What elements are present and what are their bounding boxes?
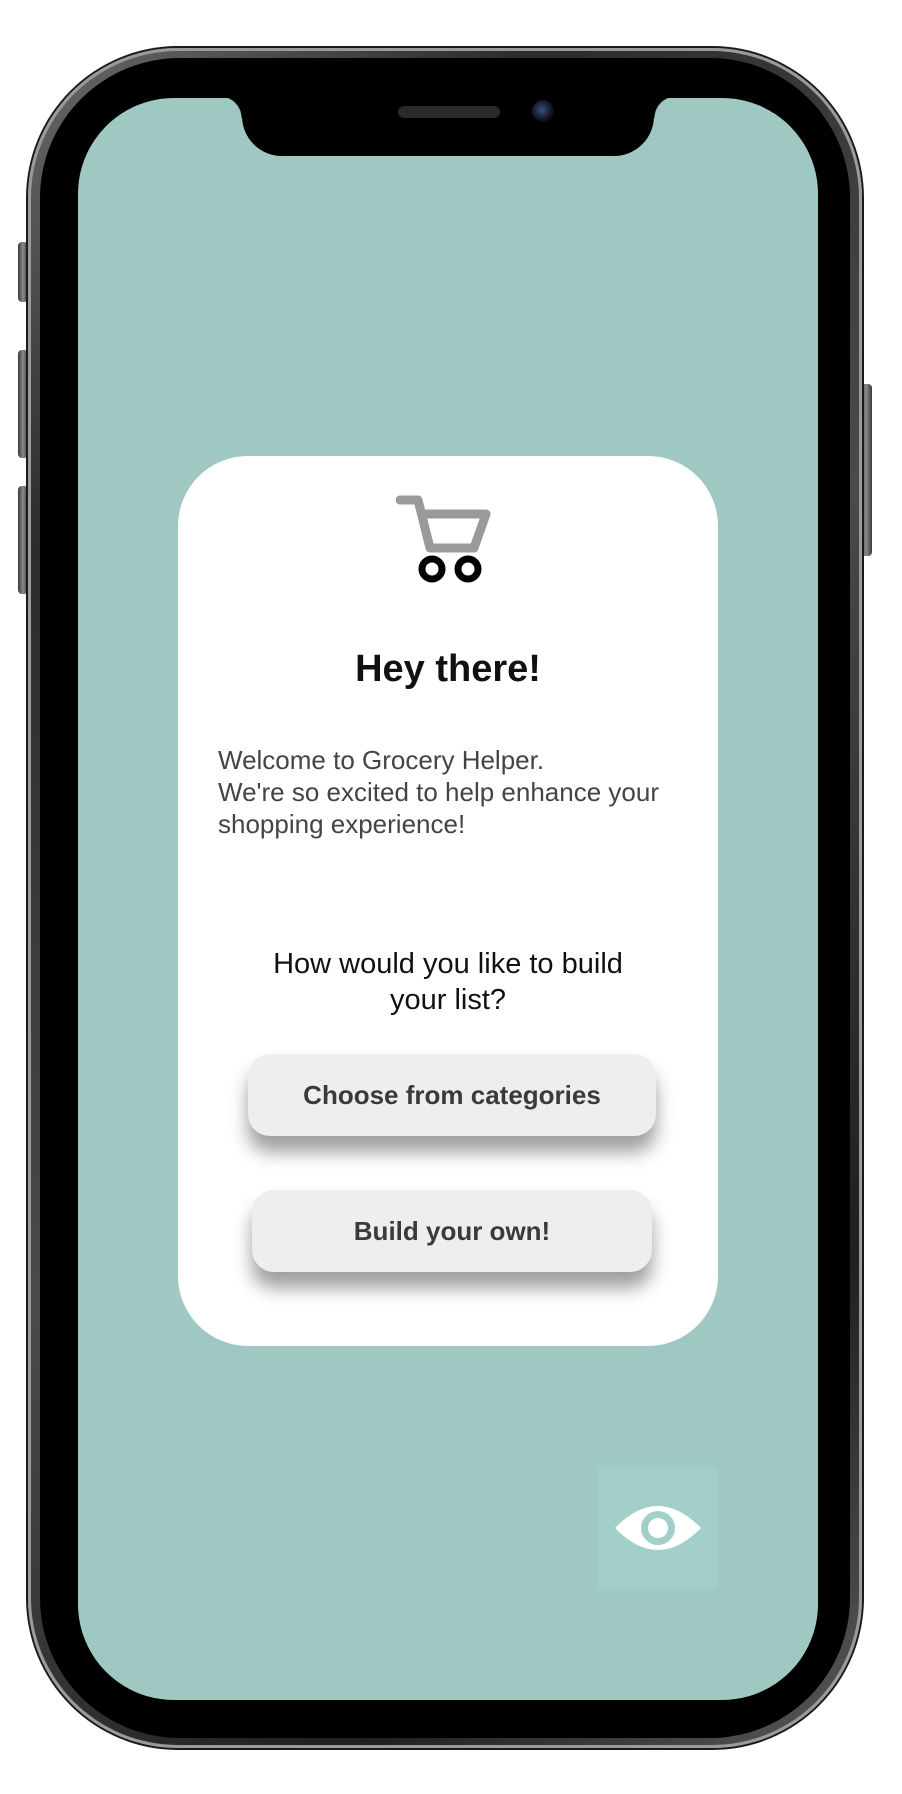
page-title: Hey there! [355, 648, 541, 690]
volume-down-button [18, 486, 28, 594]
welcome-message: Welcome to Grocery Helper. We're so exci… [218, 744, 698, 840]
phone-screen: Hey there! Welcome to Grocery Helper. We… [78, 98, 818, 1700]
welcome-line: We're so excited to help enhance your [218, 777, 659, 807]
front-camera [532, 100, 554, 122]
speaker-grille [398, 106, 500, 118]
volume-up-button [18, 350, 28, 458]
app-stage: Hey there! Welcome to Grocery Helper. We… [0, 0, 902, 1794]
build-list-question: How would you like to build your list? [238, 946, 658, 1018]
welcome-line: shopping experience! [218, 809, 466, 839]
question-line: your list? [389, 984, 507, 1016]
welcome-card: Hey there! Welcome to Grocery Helper. We… [178, 456, 718, 1346]
phone-notch [220, 98, 676, 156]
shopping-cart-icon [395, 494, 502, 586]
question-line: How would you like to build [273, 948, 623, 980]
choose-from-categories-button[interactable]: Choose from categories [248, 1054, 656, 1136]
mute-switch [18, 242, 28, 302]
welcome-line: Welcome to Grocery Helper. [218, 745, 545, 775]
build-your-own-button[interactable]: Build your own! [252, 1190, 652, 1272]
eye-toggle-button[interactable] [598, 1468, 718, 1588]
